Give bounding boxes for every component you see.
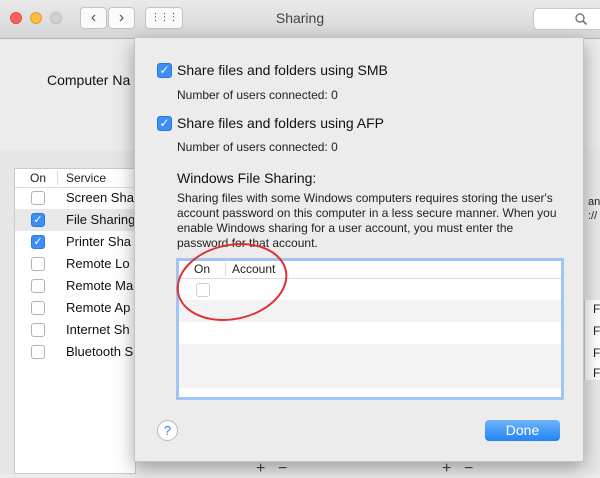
service-label: Remote Ap xyxy=(66,300,131,315)
service-row[interactable]: ✓ Printer Sha xyxy=(15,231,136,253)
search-input[interactable] xyxy=(533,8,600,30)
service-checkbox[interactable] xyxy=(31,279,45,293)
remove-button[interactable]: − xyxy=(464,460,473,478)
table-row xyxy=(179,344,561,366)
service-label: Remote Ma xyxy=(66,278,134,293)
help-icon: ? xyxy=(163,423,172,438)
service-checkbox[interactable] xyxy=(31,191,45,205)
service-checkbox[interactable] xyxy=(31,257,45,271)
service-row[interactable]: ✓ File Sharing xyxy=(15,209,136,231)
service-column-header: Service xyxy=(57,171,106,185)
smb-checkbox[interactable]: ✓ xyxy=(157,63,172,78)
remove-button[interactable]: − xyxy=(278,460,287,478)
service-checkbox[interactable] xyxy=(31,301,45,315)
right-fragment: and xyxy=(588,196,600,208)
service-label: Internet Sh xyxy=(66,322,130,337)
right-fragment: F xyxy=(593,366,600,380)
service-row[interactable]: Screen Sha xyxy=(15,187,136,209)
service-label: Printer Sha xyxy=(66,234,132,249)
add-button[interactable]: + xyxy=(256,460,265,478)
annotation-circle xyxy=(176,243,288,321)
table-row xyxy=(179,366,561,388)
add-button[interactable]: + xyxy=(442,460,451,478)
on-column-header: On xyxy=(30,171,47,185)
help-button[interactable]: ? xyxy=(157,420,178,441)
right-fragment: F xyxy=(593,346,600,360)
service-label: Remote Lo xyxy=(66,256,130,271)
window-title: Sharing xyxy=(275,10,325,26)
service-row[interactable]: Remote Lo xyxy=(15,253,136,275)
done-button[interactable]: Done xyxy=(485,420,560,441)
service-label: Screen Sha xyxy=(66,190,134,205)
smb-users-count: Number of users connected: 0 xyxy=(177,88,338,102)
service-checkbox[interactable]: ✓ xyxy=(31,213,45,227)
service-row[interactable]: Remote Ap xyxy=(15,297,136,319)
windows-sharing-heading: Windows File Sharing: xyxy=(177,170,317,186)
services-header: On Service xyxy=(15,169,136,188)
right-fragment: F xyxy=(593,302,600,316)
search-icon xyxy=(575,13,588,26)
smb-label: Share files and folders using SMB xyxy=(177,62,388,78)
service-row[interactable]: Bluetooth S xyxy=(15,341,136,363)
service-row[interactable]: Remote Ma xyxy=(15,275,136,297)
afp-users-count: Number of users connected: 0 xyxy=(177,140,338,154)
service-checkbox[interactable] xyxy=(31,323,45,337)
service-label: File Sharing xyxy=(66,212,136,227)
service-checkbox[interactable] xyxy=(31,345,45,359)
afp-checkbox[interactable]: ✓ xyxy=(157,116,172,131)
right-fragment: F xyxy=(593,324,600,338)
service-row[interactable]: Internet Sh xyxy=(15,319,136,341)
service-checkbox[interactable]: ✓ xyxy=(31,235,45,249)
computer-name-label: Computer Na xyxy=(47,72,131,88)
service-label: Bluetooth S xyxy=(66,344,134,359)
right-fragment: :// xyxy=(588,210,598,222)
afp-label: Share files and folders using AFP xyxy=(177,115,385,131)
